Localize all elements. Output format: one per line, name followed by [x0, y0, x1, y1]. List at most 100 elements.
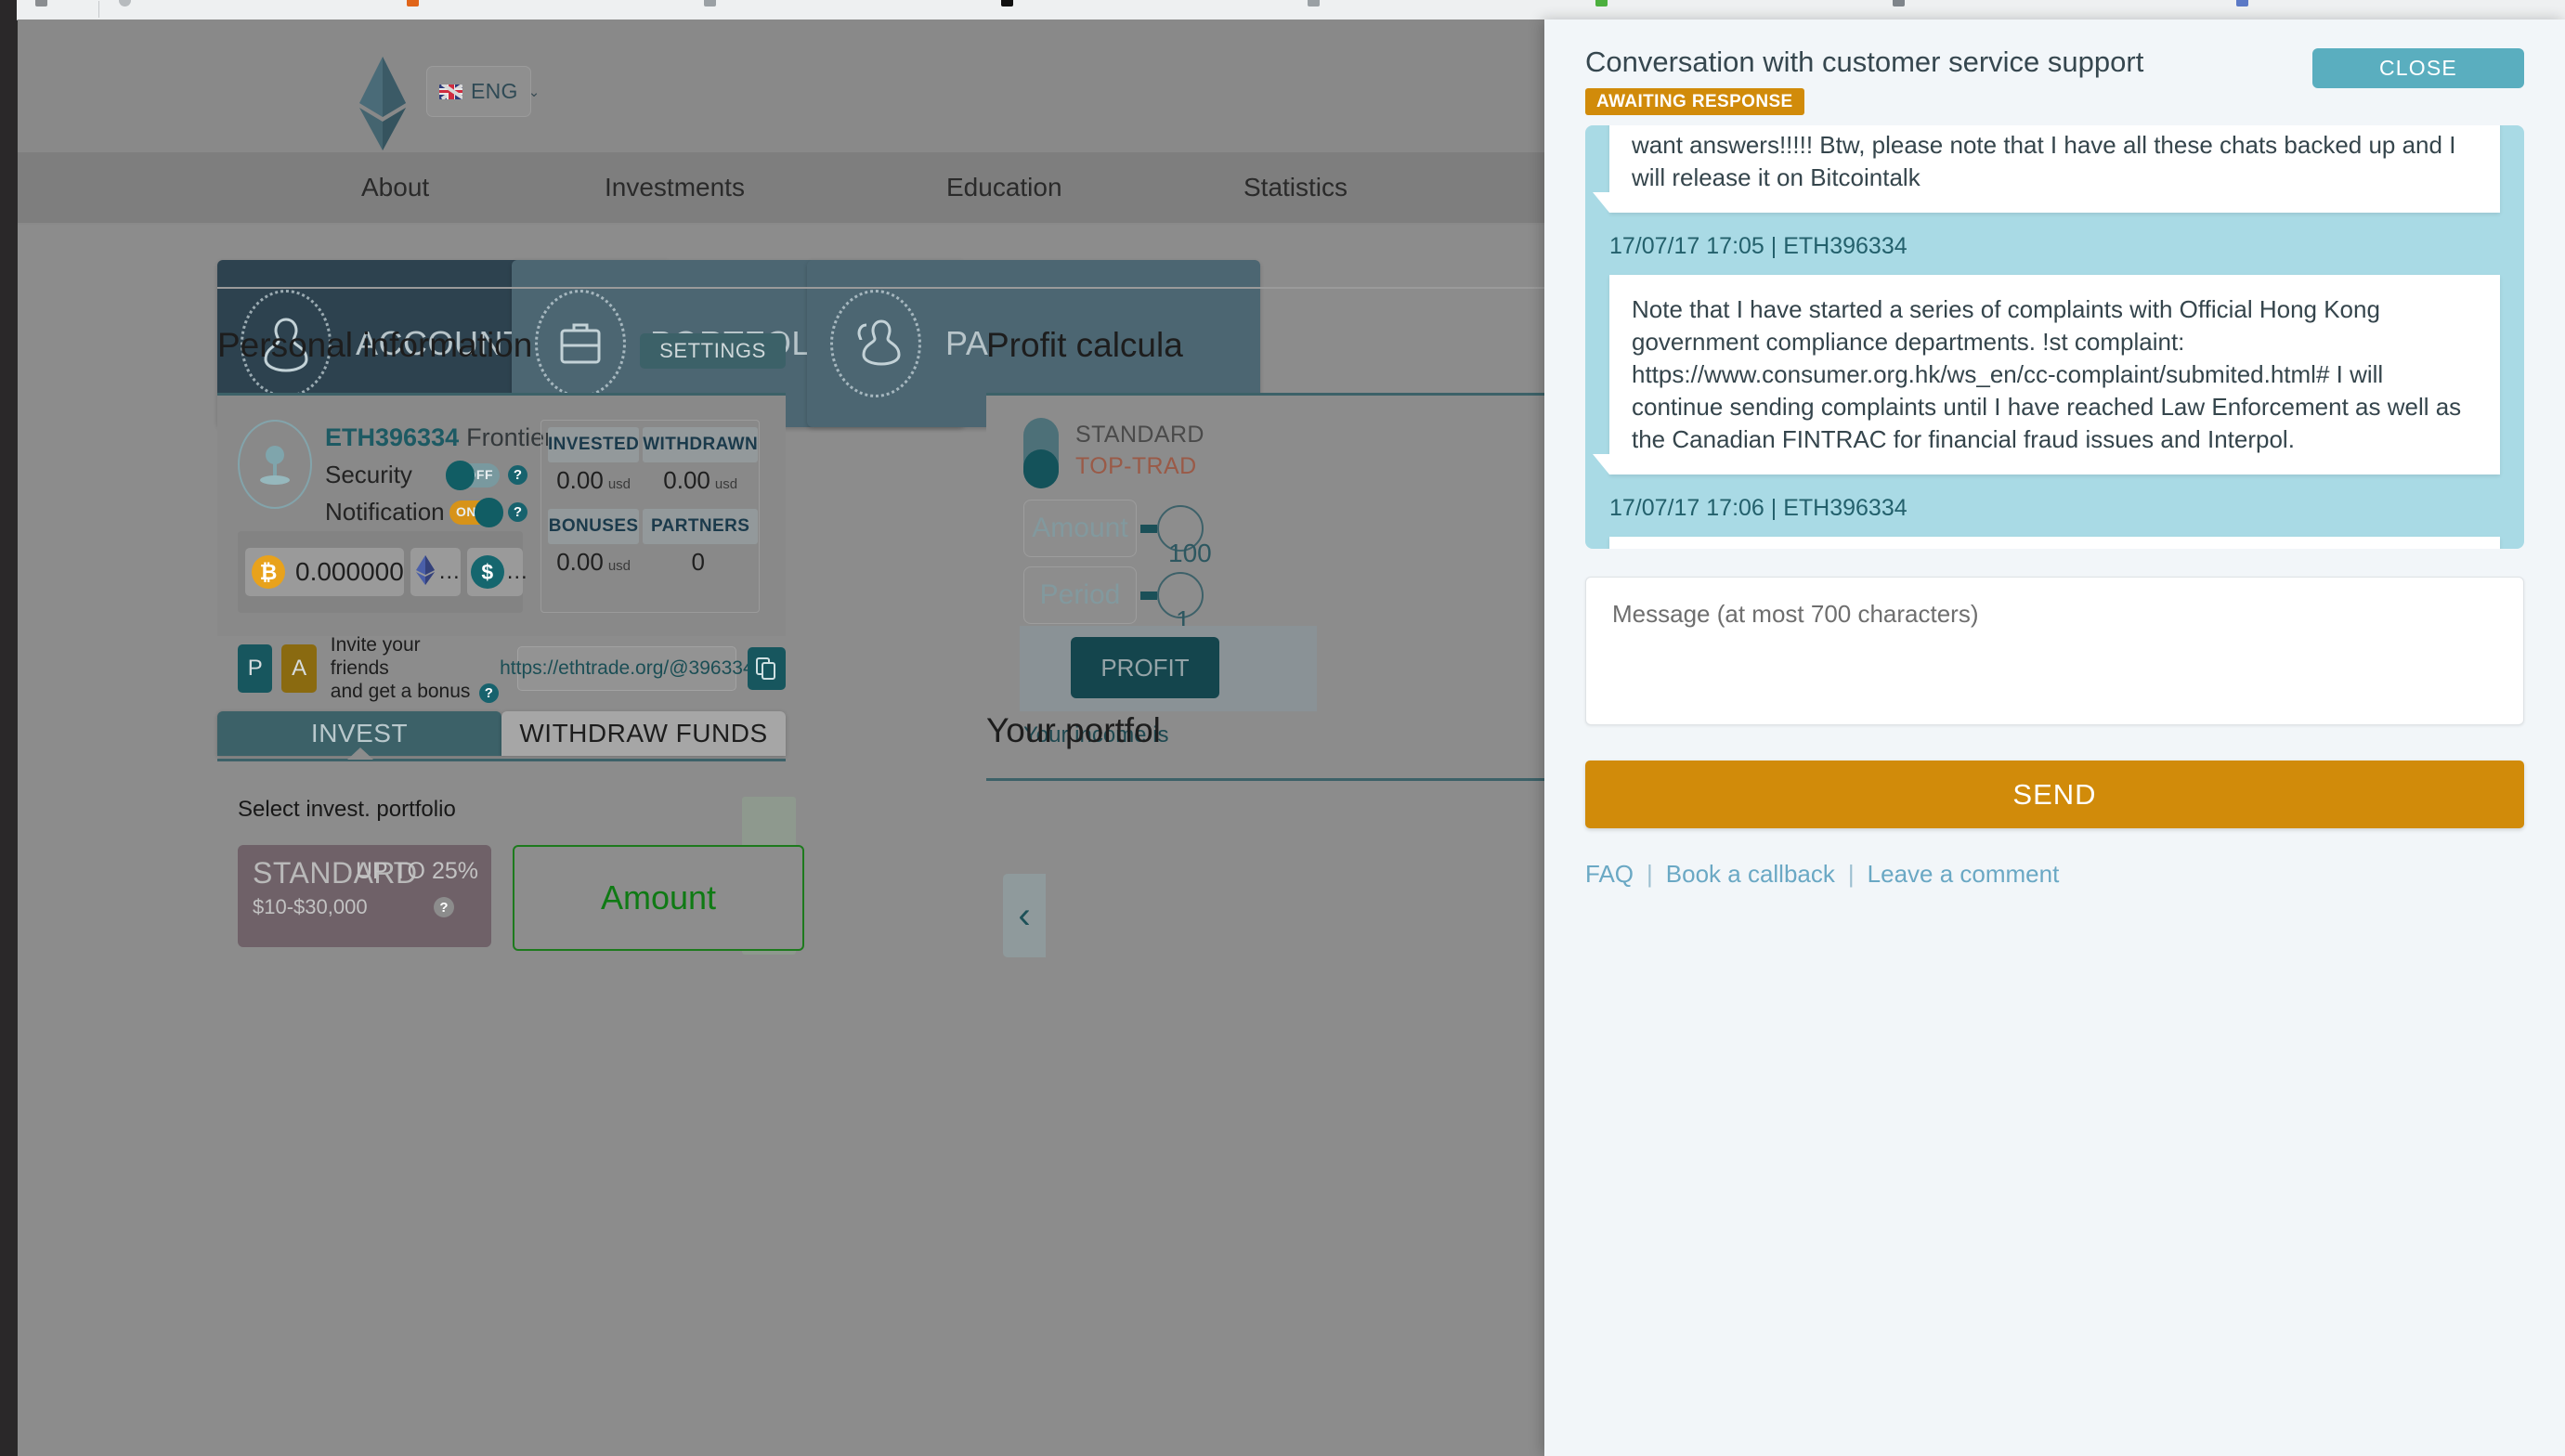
account-stats: INVESTED WITHDRAWN 0.00 usd 0.00 usd BONUS… [540, 420, 760, 613]
tab-divider [98, 1, 99, 18]
chat-message-text: Note that I have started a series of com… [1632, 295, 2462, 453]
nav-item-investments[interactable]: Investments [605, 173, 745, 202]
browser-tab[interactable] [1595, 0, 1608, 13]
settings-button[interactable]: SETTINGS [640, 333, 786, 369]
browser-tab-bar[interactable] [17, 0, 2565, 20]
desktop-left-strip [0, 0, 17, 1456]
calc-amount-value: 100 [1168, 539, 1212, 567]
help-icon[interactable]: ? [434, 897, 454, 917]
plan-label-standard: STANDARD [1075, 422, 1204, 448]
tab-favicon [2236, 0, 2248, 6]
chat-message-meta: 17/07/17 17:05 | ETH396334 [1609, 233, 1907, 259]
help-icon[interactable]: ? [508, 502, 527, 522]
slider-track[interactable] [1140, 591, 1157, 600]
status-badge: AWAITING RESPONSE [1585, 88, 1804, 115]
chat-message-bubble-selected: Note that you are messing with the wrong… [1609, 537, 2500, 549]
plan-switch[interactable] [1023, 418, 1059, 488]
link-faq[interactable]: FAQ [1585, 860, 1634, 889]
plan-label-top-trader: TOP-TRAD [1075, 453, 1197, 479]
notification-label: Notification [325, 498, 445, 526]
btc-balance-value: 0.000000 [295, 557, 404, 586]
eth-balance-field[interactable]: … [410, 548, 461, 596]
page-title-portfolio: Your portfol [986, 711, 1161, 749]
calc-amount-input[interactable]: Amount [1023, 500, 1137, 557]
link-book-a-callback[interactable]: Book a callback [1666, 860, 1835, 889]
stat-value-withdrawn: 0.00 usd [663, 466, 738, 494]
help-icon[interactable]: ? [478, 683, 499, 703]
usd-balance-field[interactable]: $ … [466, 548, 528, 596]
security-toggle-row: Security OFF ? [325, 460, 527, 490]
chat-message-text: want answers!!!!! Btw, please note that … [1632, 131, 2456, 191]
language-label: ENG [471, 79, 518, 103]
link-leave-a-comment[interactable]: Leave a comment [1868, 860, 2060, 889]
chevron-down-icon: ⌄ [527, 84, 540, 100]
badge-agent[interactable]: A [281, 644, 317, 693]
tab-favicon [1308, 0, 1320, 6]
browser-tab[interactable] [2236, 0, 2248, 13]
profit-button[interactable]: PROFIT [1071, 637, 1219, 698]
security-toggle[interactable]: OFF [446, 460, 500, 490]
stat-header-withdrawn: WITHDRAWN [643, 427, 759, 462]
tab-withdraw-funds[interactable]: WITHDRAW FUNDS [501, 711, 786, 756]
invest-amount-input[interactable]: Amount [513, 845, 804, 951]
chat-header: Conversation with customer service suppo… [1585, 36, 2524, 92]
browser-tab[interactable] [35, 0, 47, 13]
tab-favicon [704, 0, 716, 6]
message-input[interactable] [1585, 577, 2524, 725]
chat-message-thread[interactable]: want answers!!!!! Btw, please note that … [1585, 125, 2524, 549]
invite-line-1: Invite your friends [330, 634, 421, 679]
avatar [238, 420, 312, 509]
browser-tab[interactable] [407, 0, 419, 13]
ethereum-icon [414, 554, 436, 591]
nav-item-education[interactable]: Education [946, 173, 1062, 202]
people-icon [830, 290, 921, 397]
toggle-knob [1023, 449, 1059, 488]
toggle-knob [446, 460, 475, 490]
tile-label: PA [945, 324, 989, 362]
calc-period-input[interactable]: Period [1023, 566, 1137, 624]
btc-balance-field[interactable]: ₿ 0.000000 [245, 548, 404, 596]
invite-text: Invite your friends and get a bonus ? [331, 633, 499, 703]
nav-item-statistics[interactable]: Statistics [1243, 173, 1348, 202]
link-separator: | [1847, 860, 1855, 888]
uk-flag-icon [439, 84, 462, 99]
slider-track[interactable] [1140, 524, 1157, 533]
browser-tab[interactable] [119, 0, 131, 13]
nav-item-about[interactable]: About [361, 173, 429, 202]
stat-header-partners: PARTNERS [643, 509, 759, 544]
browser-tab[interactable] [1308, 0, 1320, 13]
usd-balance-value: … [505, 559, 528, 584]
link-separator: | [1647, 860, 1653, 888]
stat-value-bonuses: 0.00 usd [556, 548, 631, 576]
tab-favicon [1595, 0, 1608, 6]
account-id: ETH396334 [325, 423, 460, 451]
send-button[interactable]: SEND [1585, 760, 2524, 828]
invite-line-2: and get a bonus [330, 681, 471, 702]
portfolio-rate: UP TO 25% [355, 858, 478, 884]
browser-tab[interactable] [704, 0, 716, 13]
profit-calculator-card: STANDARD TOP-TRAD Amount 100 Period 1 PR… [986, 393, 1636, 748]
bitcoin-icon: ₿ [252, 555, 285, 589]
chevron-left-icon[interactable]: ‹ [1003, 874, 1046, 957]
eth-balance-value: … [437, 559, 461, 584]
wallet-row: ₿ 0.000000 … $ … [238, 531, 528, 613]
referral-link-input[interactable]: https://ethtrade.org/@396334 [500, 645, 754, 691]
notification-toggle-row: Notification ON ? [325, 497, 527, 527]
help-icon[interactable]: ? [508, 465, 527, 485]
badge-partner[interactable]: P [238, 644, 273, 693]
personal-information-card: ETH396334 Frontier ? Security OFF ? Noti… [217, 393, 786, 703]
language-selector[interactable]: ENG ⌄ [426, 66, 540, 117]
notification-toggle[interactable]: ON [449, 497, 503, 527]
copy-icon[interactable] [747, 646, 786, 690]
select-portfolio-label: Select invest. portfolio [238, 797, 456, 822]
notification-toggle-state: ON [456, 503, 476, 519]
portfolio-card-standard[interactable]: STANDARD $10-$30,000 UP TO 25% ? [238, 845, 491, 947]
browser-tab[interactable] [1001, 0, 1013, 13]
stat-value-partners: 0 [691, 548, 705, 576]
security-label: Security [325, 461, 412, 488]
chat-close-button[interactable]: CLOSE [2312, 48, 2524, 88]
ethereum-logo-icon[interactable] [357, 55, 409, 152]
browser-tab[interactable] [1893, 0, 1905, 13]
invite-row: P A Invite your friends and get a bonus … [238, 633, 786, 703]
toggle-knob [475, 497, 503, 527]
